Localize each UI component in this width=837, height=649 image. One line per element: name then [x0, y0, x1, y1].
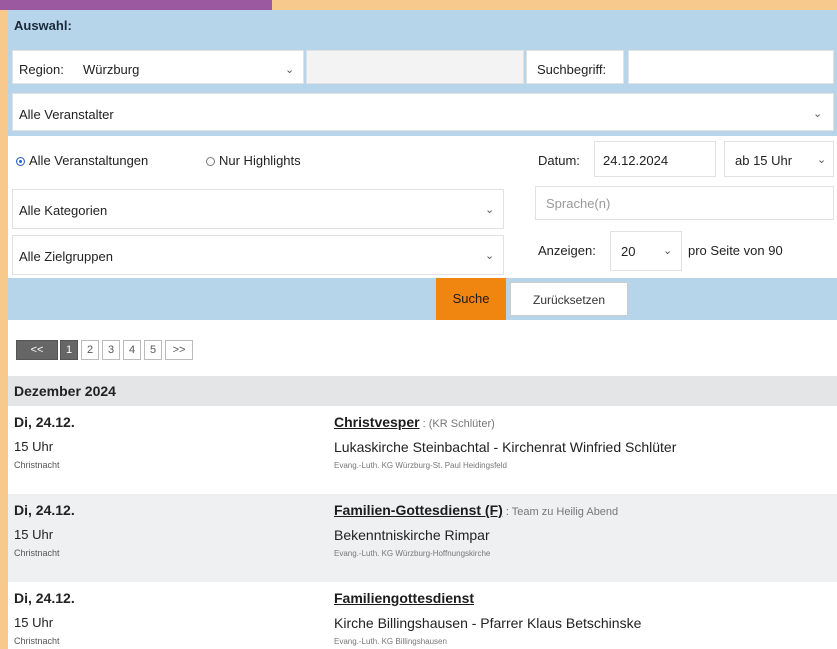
month-header: Dezember 2024 [8, 376, 837, 406]
search-label-cell: Suchbegriff: [526, 50, 624, 84]
event-place: Lukaskirche Steinbachtal - Kirchenrat Wi… [334, 439, 677, 455]
action-bar: Suche Zurücksetzen [8, 278, 837, 320]
event-row[interactable]: Di, 24.12. 15 Uhr Christnacht Familien-G… [8, 494, 837, 582]
radio-highlights-label: Nur Highlights [219, 153, 301, 168]
radio-all-label: Alle Veranstaltungen [29, 153, 149, 168]
pagination-first[interactable]: << [16, 340, 58, 360]
time-select[interactable]: ab 15 Uhr ⌄ [724, 141, 834, 177]
date-value: 24.12.2024 [603, 153, 669, 168]
event-date: Di, 24.12. [14, 590, 75, 606]
organizer-value: Alle Veranstalter [19, 107, 114, 122]
category-value: Alle Kategorien [19, 203, 108, 218]
region-value: Würzburg [83, 62, 140, 77]
audience-value: Alle Zielgruppen [19, 249, 113, 264]
event-category: Christnacht [14, 460, 60, 470]
filter-middle-block: Alle Veranstaltungen Nur Highlights Alle… [8, 136, 837, 284]
time-value: ab 15 Uhr [735, 153, 793, 168]
date-input[interactable]: 24.12.2024 [594, 141, 716, 177]
radio-selected-icon [16, 157, 25, 167]
event-row[interactable]: Di, 24.12. 15 Uhr Christnacht Familiengo… [8, 582, 837, 649]
per-page-select[interactable]: 20 ⌄ [610, 231, 682, 271]
filter-row-organizer: Alle Veranstalter ⌄ [8, 88, 837, 136]
event-title-line: Familien-Gottesdienst (F) : Team zu Heil… [334, 502, 618, 518]
pagination-page-5[interactable]: 5 [144, 340, 162, 360]
category-select[interactable]: Alle Kategorien ⌄ [12, 189, 504, 229]
date-label: Datum: [538, 153, 580, 168]
radio-all-option[interactable]: Alle Veranstaltungen [16, 153, 148, 168]
event-extra: : (KR Schlüter) [419, 418, 495, 430]
event-category: Christnacht [14, 548, 60, 558]
search-button[interactable]: Suche [436, 278, 506, 320]
search-label: Suchbegriff: [537, 62, 607, 77]
event-organizer: Evang.-Luth. KG Würzburg-St. Paul Heidin… [334, 461, 507, 470]
chevron-down-icon: ⌄ [485, 250, 495, 262]
event-title-line: Christvesper : (KR Schlüter) [334, 414, 495, 430]
event-place: Bekenntniskirche Rimpar [334, 527, 490, 543]
event-category: Christnacht [14, 636, 60, 646]
event-row[interactable]: Di, 24.12. 15 Uhr Christnacht Christvesp… [8, 406, 837, 494]
pagination-page-2[interactable]: 2 [81, 340, 99, 360]
reset-button[interactable]: Zurücksetzen [510, 282, 628, 316]
brand-accent-bar [0, 0, 272, 10]
chevron-down-icon: ⌄ [663, 245, 673, 257]
month-title: Dezember 2024 [14, 383, 116, 399]
region-select[interactable]: Region: Würzburg ⌄ [12, 50, 304, 84]
event-time: 15 Uhr [14, 615, 54, 630]
filter-title: Auswahl: [14, 18, 72, 33]
event-organizer: Evang.-Luth. KG Billingshausen [334, 637, 447, 646]
chevron-down-icon: ⌄ [485, 204, 495, 216]
event-place: Kirche Billingshausen - Pfarrer Klaus Be… [334, 615, 642, 631]
language-placeholder: Sprache(n) [546, 196, 611, 211]
event-title-link[interactable]: Christvesper [334, 414, 420, 430]
radio-unselected-icon [206, 157, 215, 167]
radio-highlights-option[interactable]: Nur Highlights [206, 153, 301, 168]
chevron-down-icon: ⌄ [817, 154, 827, 166]
chevron-down-icon: ⌄ [813, 108, 823, 120]
event-title-link[interactable]: Familien-Gottesdienst (F) [334, 502, 503, 518]
top-brand-bar [0, 0, 837, 10]
pagination-page-1[interactable]: 1 [60, 340, 78, 360]
audience-select[interactable]: Alle Zielgruppen ⌄ [12, 235, 504, 275]
region-spacer [306, 50, 524, 84]
pagination-page-3[interactable]: 3 [102, 340, 120, 360]
per-page-suffix: pro Seite von 90 [688, 243, 783, 258]
event-time: 15 Uhr [14, 527, 54, 542]
filter-header: Auswahl: [8, 10, 837, 44]
language-input[interactable]: Sprache(n) [535, 186, 834, 220]
organizer-select[interactable]: Alle Veranstalter ⌄ [12, 93, 834, 131]
event-search-panel: Auswahl: Region: Würzburg ⌄ Suchbegriff:… [8, 10, 837, 649]
event-time: 15 Uhr [14, 439, 54, 454]
per-page-value: 20 [621, 244, 636, 259]
show-label: Anzeigen: [538, 243, 596, 258]
pagination-next[interactable]: >> [165, 340, 193, 360]
search-input[interactable] [628, 50, 834, 84]
event-organizer: Evang.-Luth. KG Würzburg-Hoffnungskirche [334, 549, 491, 558]
region-label: Region: [19, 62, 64, 77]
event-date: Di, 24.12. [14, 502, 75, 518]
chevron-down-icon: ⌄ [285, 64, 295, 76]
event-title-link[interactable]: Familiengottesdienst [334, 590, 474, 606]
event-extra: : Team zu Heilig Abend [502, 506, 619, 518]
filter-row-region: Region: Würzburg ⌄ Suchbegriff: [8, 44, 837, 88]
pagination-page-4[interactable]: 4 [123, 340, 141, 360]
event-date: Di, 24.12. [14, 414, 75, 430]
event-title-line: Familiengottesdienst [334, 590, 474, 606]
